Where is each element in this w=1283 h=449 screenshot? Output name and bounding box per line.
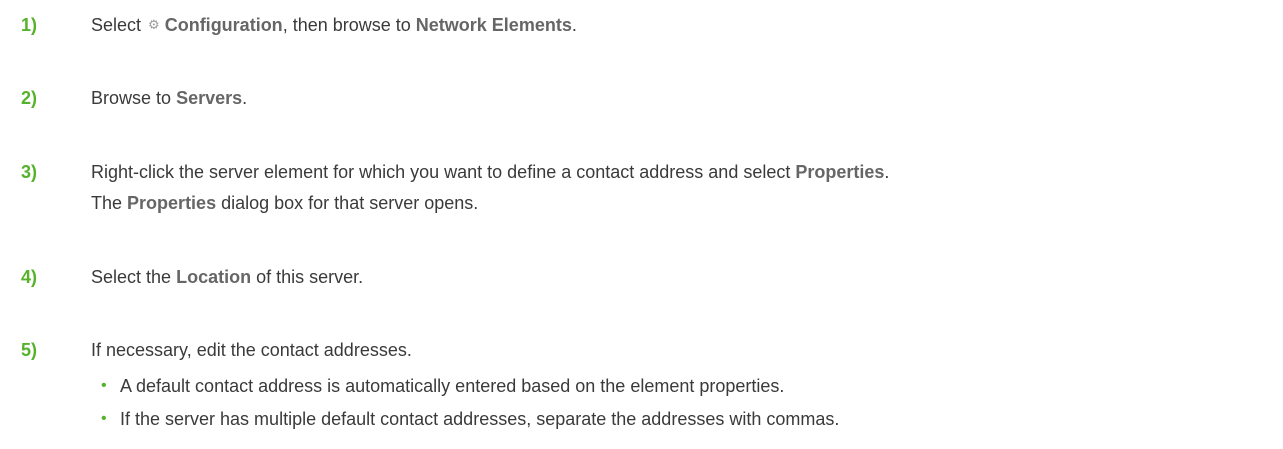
ui-label-properties: Properties	[795, 162, 885, 182]
step-number: 3)	[21, 162, 38, 182]
bullet-icon: •	[101, 377, 107, 394]
step-text-part: Select the	[91, 267, 172, 287]
step-text-part: of this server.	[256, 267, 364, 287]
bullet-item: • A default contact address is automatic…	[101, 374, 785, 398]
step-number: 4)	[21, 267, 38, 287]
step-text: Select the Location of this server.	[91, 265, 363, 289]
ui-label-properties: Properties	[127, 193, 217, 213]
gear-icon: ⚙	[148, 17, 160, 32]
step-text: Select ⚙ Configuration, then browse to Ne…	[91, 13, 577, 37]
step-number: 2)	[21, 88, 38, 108]
step-text-part: .	[884, 162, 890, 182]
step-text-part: Right-click the server element for which…	[91, 162, 791, 182]
step-text-part: .	[571, 15, 577, 35]
step-text-part: If necessary, edit the contact addresses…	[91, 340, 412, 360]
step-text: Browse to Servers.	[91, 86, 247, 110]
bullet-text: A default contact address is automatical…	[120, 376, 785, 396]
bullet-item: • If the server has multiple default con…	[101, 407, 840, 431]
bullet-text: If the server has multiple default conta…	[120, 409, 840, 429]
step-text-part: Select	[91, 15, 142, 35]
step-text: Right-click the server element for which…	[91, 160, 889, 184]
ui-label-configuration: Configuration	[164, 15, 283, 35]
step-number: 5)	[21, 340, 38, 360]
ui-label-location: Location	[176, 267, 252, 287]
ui-label-servers: Servers	[176, 88, 243, 108]
ui-label-network-elements: Network Elements	[415, 15, 572, 35]
step-text: If necessary, edit the contact addresses…	[91, 338, 412, 362]
step-text-part: .	[242, 88, 248, 108]
step-text-part: , then browse to	[282, 15, 411, 35]
step-text-part: The	[91, 193, 123, 213]
step-text-line-2: The Properties dialog box for that serve…	[91, 191, 478, 215]
step-number: 1)	[21, 15, 38, 35]
step-text-part: dialog box for that server opens.	[221, 193, 479, 213]
step-text-part: Browse to	[91, 88, 172, 108]
bullet-icon: •	[101, 410, 107, 427]
